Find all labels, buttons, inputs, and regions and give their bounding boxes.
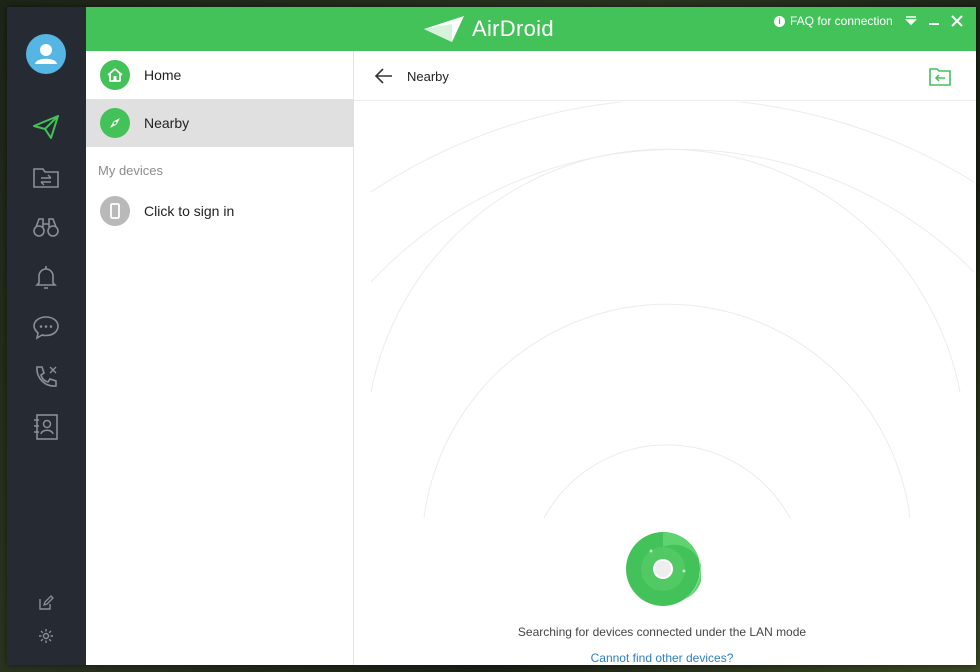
calls-icon[interactable]	[31, 362, 61, 392]
nav-item-home[interactable]: Home	[86, 51, 354, 99]
nav-label-home: Home	[144, 67, 182, 83]
radar-scanner-icon	[625, 531, 701, 607]
airdroid-logo: AirDroid	[422, 13, 554, 45]
main-header: Nearby	[354, 51, 976, 101]
settings-icon[interactable]	[38, 628, 54, 644]
binoculars-icon[interactable]	[31, 212, 61, 242]
faq-label: FAQ for connection	[790, 14, 893, 28]
compass-icon	[100, 108, 130, 138]
minimize-icon[interactable]	[926, 13, 942, 29]
main-panel: Nearby Searching for devices connected u…	[354, 51, 976, 665]
avatar[interactable]	[26, 34, 66, 74]
chat-icon[interactable]	[31, 312, 61, 342]
side-panel: Home Nearby My devices Click to sign in	[86, 51, 354, 665]
send-icon[interactable]	[31, 112, 61, 142]
page-title: Nearby	[407, 69, 449, 84]
edit-icon[interactable]	[38, 595, 54, 611]
user-icon	[35, 44, 57, 64]
sign-in-label: Click to sign in	[144, 203, 235, 219]
received-files-icon[interactable]	[928, 65, 952, 87]
info-icon: i	[774, 15, 785, 27]
title-bar: AirDroid i FAQ for connection	[86, 7, 976, 51]
airdroid-window: AirDroid i FAQ for connection Home Nearb…	[7, 7, 976, 665]
close-icon[interactable]	[949, 13, 965, 29]
contacts-icon[interactable]	[31, 412, 61, 442]
app-name: AirDroid	[472, 16, 554, 41]
file-transfer-icon[interactable]	[31, 162, 61, 192]
searching-status: Searching for devices connected under th…	[517, 625, 807, 639]
faq-link[interactable]: i FAQ for connection	[774, 14, 893, 28]
home-icon	[100, 60, 130, 90]
collapse-icon[interactable]	[903, 13, 919, 29]
bell-icon[interactable]	[31, 262, 61, 292]
sign-in-item[interactable]: Click to sign in	[86, 187, 354, 235]
cannot-find-devices-link[interactable]: Cannot find other devices?	[354, 651, 970, 665]
phone-icon	[100, 196, 130, 226]
nav-item-nearby[interactable]: Nearby	[86, 99, 354, 147]
paper-plane-logo-icon	[424, 16, 464, 42]
nav-label-nearby: Nearby	[144, 115, 190, 131]
left-rail	[7, 7, 86, 665]
my-devices-heading: My devices	[98, 163, 164, 178]
back-arrow-icon[interactable]	[374, 67, 394, 85]
